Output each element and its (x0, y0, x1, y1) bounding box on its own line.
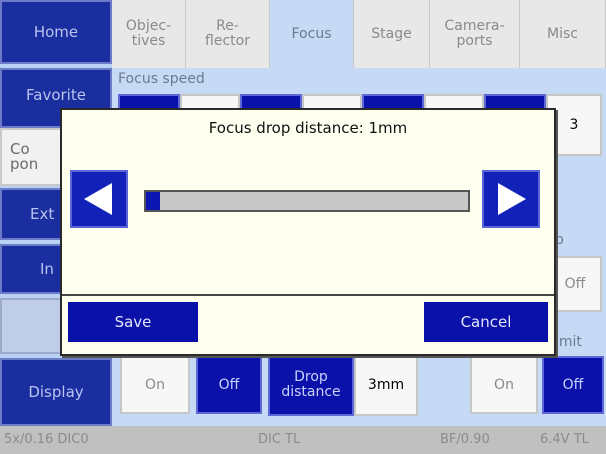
step-off-label: Off (564, 276, 586, 292)
tab-focus-label: Focus (291, 25, 332, 42)
dialog-title: Focus drop distance: 1mm (208, 119, 408, 137)
nav-home[interactable]: Home (0, 0, 112, 64)
tab-reflector[interactable]: Re- flector (186, 0, 270, 68)
status-bar: 5x/0.16 DIC0 DIC TL BF/0.90 6.4V TL (0, 426, 606, 454)
drop-distance-label: Drop distance (281, 369, 341, 400)
limit-on-label: On (494, 377, 514, 393)
cancel-label: Cancel (460, 313, 512, 331)
tab-cameraports[interactable]: Camera- ports (430, 0, 520, 68)
arrow-left-icon (84, 183, 112, 215)
drop-distance-value[interactable]: 3mm (354, 354, 418, 416)
status-method: DIC TL (258, 432, 301, 447)
cancel-button[interactable]: Cancel (424, 302, 548, 342)
save-button[interactable]: Save (68, 302, 198, 342)
tab-misc[interactable]: Misc (520, 0, 606, 68)
drop-off-button[interactable]: Off (196, 356, 262, 414)
tab-stage-label: Stage (371, 25, 412, 42)
decrease-button[interactable] (70, 170, 128, 228)
tab-focus[interactable]: Focus (270, 0, 354, 68)
nav-display-label: Display (28, 383, 84, 401)
nav-display[interactable]: Display (0, 358, 112, 426)
speed-value: 3 (569, 117, 579, 133)
tab-objectives-label: Objec- tives (125, 18, 172, 49)
nav-extended-label: Ext (30, 205, 55, 223)
limit-off-button[interactable]: Off (542, 356, 604, 414)
nav-components-label: Co pon (10, 140, 39, 173)
tab-objectives[interactable]: Objec- tives (112, 0, 186, 68)
status-condenser: BF/0.90 (440, 432, 490, 447)
slider-fill (146, 192, 160, 210)
tab-misc-label: Misc (547, 25, 578, 42)
focus-drop-dialog: Focus drop distance: 1mm Save Cancel (60, 108, 556, 356)
drop-on-button[interactable]: On (120, 356, 190, 414)
save-label: Save (114, 313, 152, 331)
focus-speed-label: Focus speed (118, 71, 205, 87)
limit-label: imit (555, 334, 582, 350)
nav-home-label: Home (33, 23, 79, 41)
status-objective: 5x/0.16 DIC0 (4, 432, 89, 447)
nav-favorite-label: Favorite (26, 86, 86, 104)
drop-distance-value-label: 3mm (367, 377, 405, 393)
increase-button[interactable] (482, 170, 540, 228)
step-off-button[interactable]: Off (548, 256, 602, 312)
drop-distance-button[interactable]: Drop distance (268, 354, 354, 416)
tab-stage[interactable]: Stage (354, 0, 430, 68)
arrow-right-icon (498, 183, 526, 215)
drop-distance-slider[interactable] (144, 190, 470, 212)
nav-info-label: In (40, 260, 54, 278)
drop-on-label: On (145, 377, 165, 393)
limit-off-label: Off (562, 376, 584, 393)
step-label: p (555, 232, 564, 248)
tab-reflector-label: Re- flector (205, 18, 250, 49)
status-lamp: 6.4V TL (540, 432, 589, 447)
drop-off-label: Off (218, 376, 240, 393)
limit-on-button[interactable]: On (470, 356, 538, 414)
tab-cameraports-label: Camera- ports (444, 18, 505, 49)
